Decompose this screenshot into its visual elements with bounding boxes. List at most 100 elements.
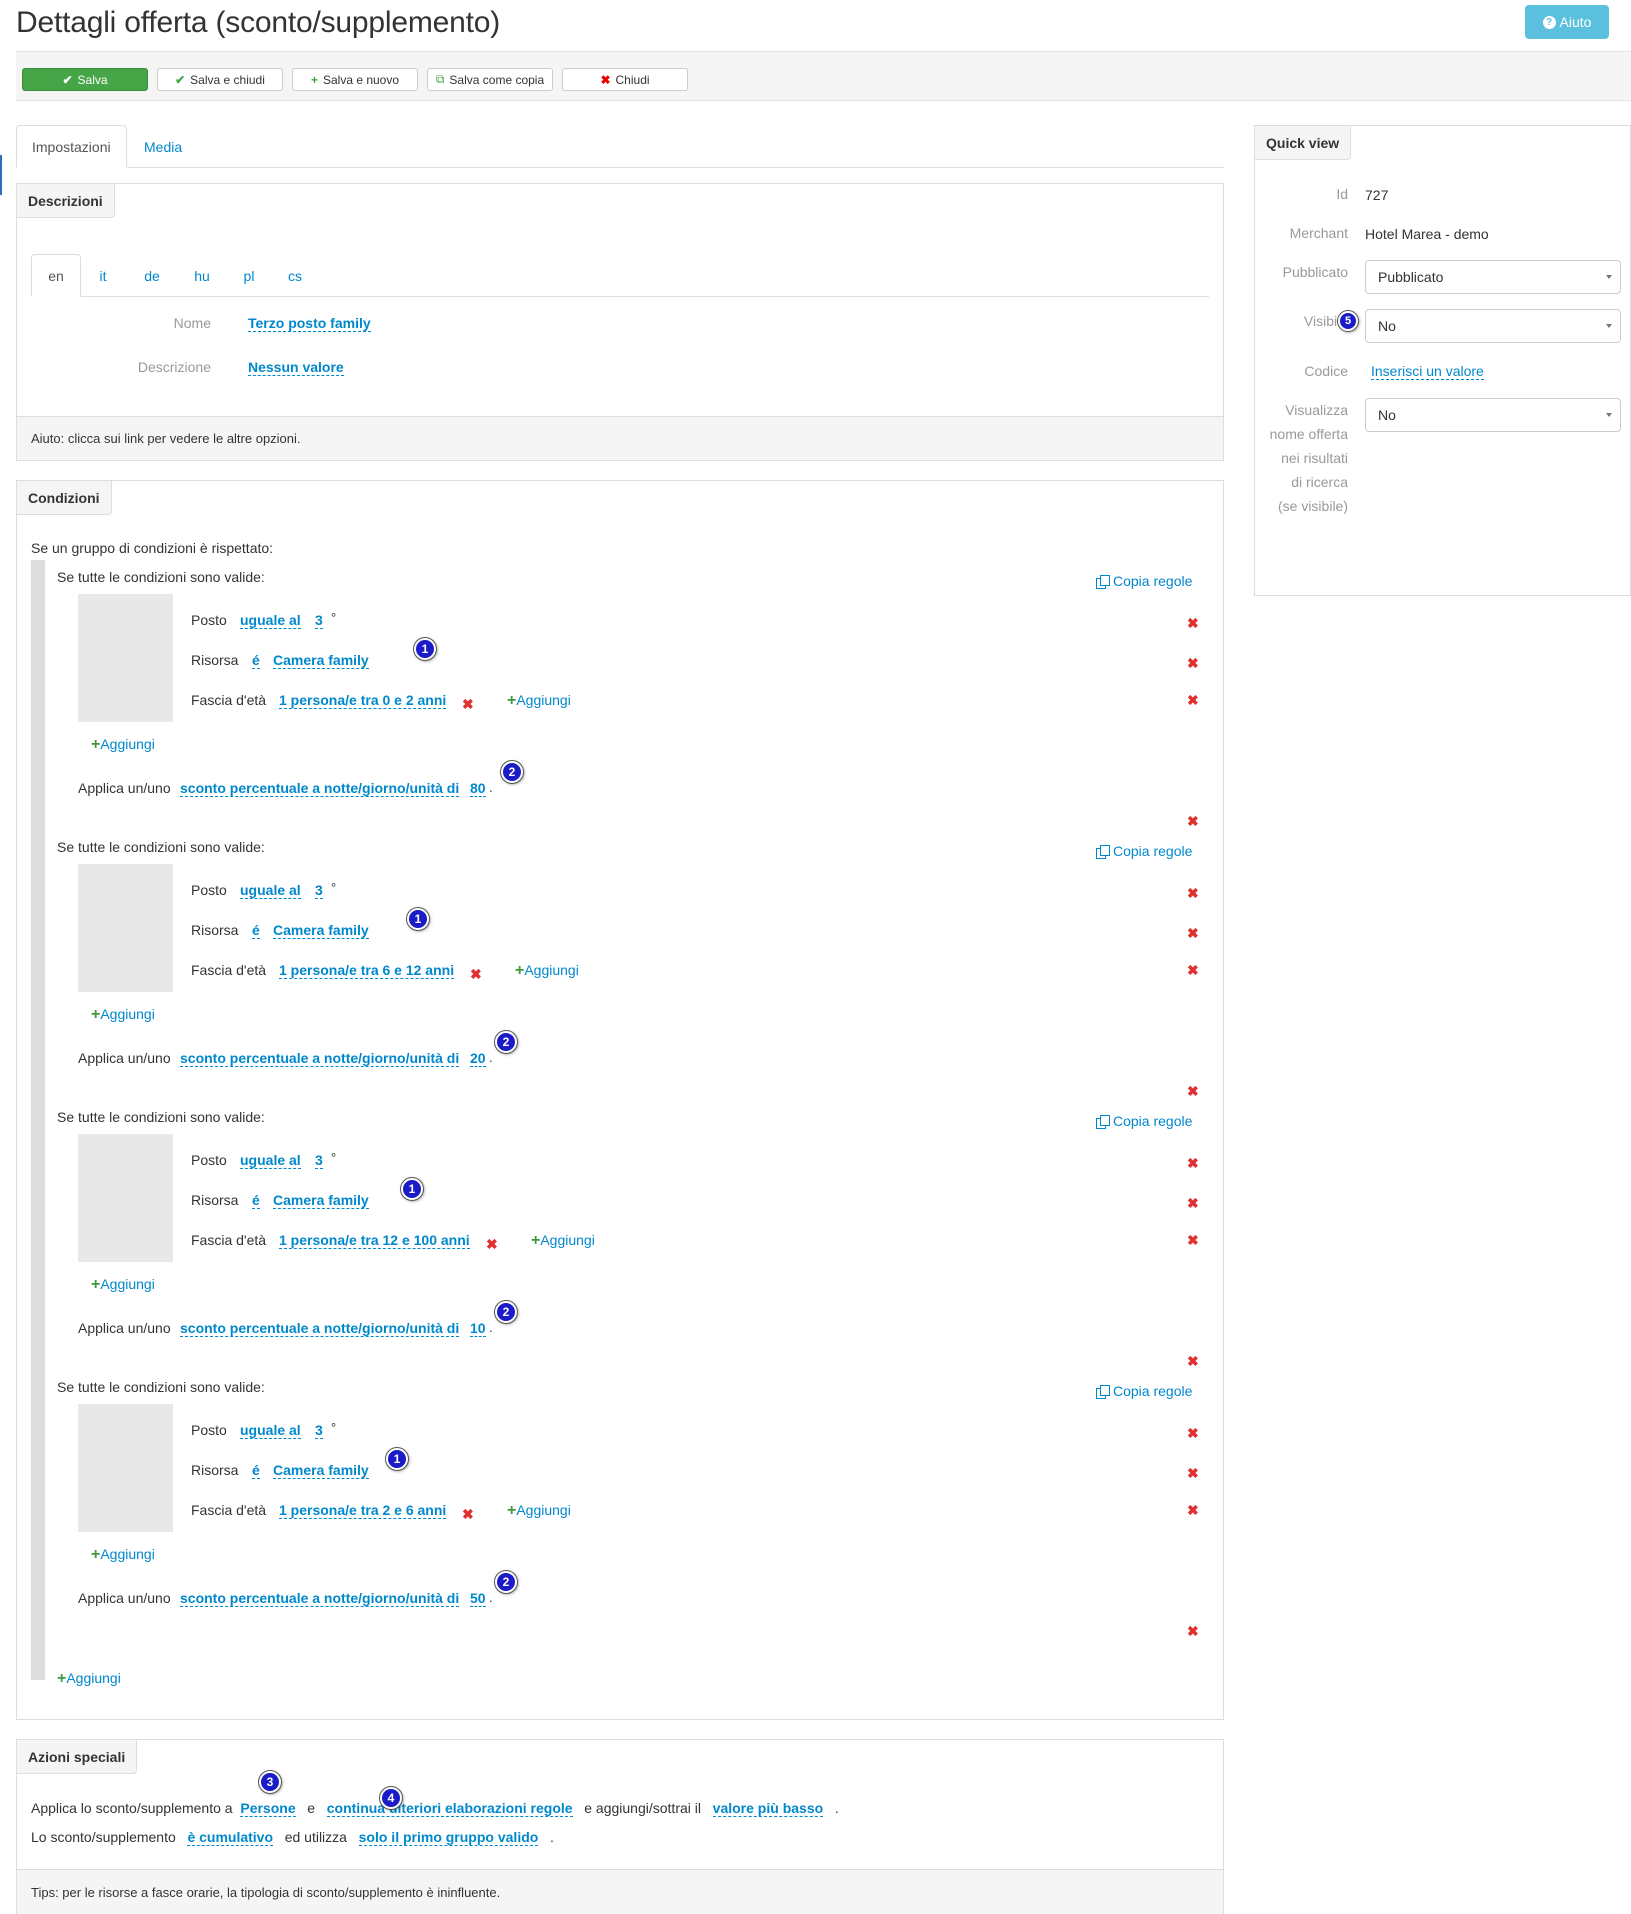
remove-rule-icon[interactable]: ✖ <box>1187 886 1199 900</box>
remove-rule-icon[interactable]: ✖ <box>1187 1466 1199 1480</box>
discount-type-link[interactable]: sconto percentuale a notte/giorno/unità … <box>180 1050 460 1067</box>
tab-lang-hu[interactable]: hu <box>179 254 225 297</box>
discount-value-link[interactable]: 80 <box>470 780 486 797</box>
tab-lang-pl[interactable]: pl <box>227 254 271 297</box>
apply-to-link[interactable]: Persone <box>240 1800 296 1817</box>
posto-value-link[interactable]: 3 <box>315 1152 323 1169</box>
tab-lang-cs[interactable]: cs <box>273 254 317 297</box>
risorsa-value-link[interactable]: Camera family <box>273 922 369 939</box>
add-label: Aggiungi <box>100 1546 155 1562</box>
discount-type-link[interactable]: sconto percentuale a notte/giorno/unità … <box>180 780 460 797</box>
first-valid-group-link[interactable]: solo il primo gruppo valido <box>358 1829 539 1846</box>
code-value-link[interactable]: Inserisci un valore <box>1371 363 1484 380</box>
remove-group-icon[interactable]: ✖ <box>1187 1624 1199 1638</box>
risorsa-operator-link[interactable]: é <box>252 1192 260 1209</box>
remove-rule-icon[interactable]: ✖ <box>1187 963 1199 977</box>
merchant-value: Hotel Marea - demo <box>1365 226 1489 242</box>
remove-group-icon[interactable]: ✖ <box>1187 814 1199 828</box>
continue-processing-link[interactable]: continua ulteriori elaborazioni regole <box>326 1800 573 1817</box>
discount-type-link[interactable]: sconto percentuale a notte/giorno/unità … <box>180 1320 460 1337</box>
risorsa-operator-link[interactable]: é <box>252 652 260 669</box>
remove-rule-icon[interactable]: ✖ <box>1187 1503 1199 1517</box>
name-label: Nome <box>173 315 211 331</box>
save-close-button[interactable]: ✔ Salva e chiudi <box>157 68 283 91</box>
special-text: e <box>307 1800 316 1816</box>
risorsa-operator-link[interactable]: é <box>252 1462 260 1479</box>
add-group-link[interactable]: +Aggiungi <box>57 1670 121 1688</box>
add-age-link[interactable]: +Aggiungi <box>507 1502 571 1520</box>
remove-rule-icon[interactable]: ✖ <box>1187 616 1199 630</box>
age-range-link[interactable]: 1 persona/e tra 2 e 6 anni <box>279 1502 447 1519</box>
remove-age-icon[interactable]: ✖ <box>470 967 482 981</box>
visible-select[interactable]: No <box>1365 309 1621 343</box>
remove-rule-icon[interactable]: ✖ <box>1187 926 1199 940</box>
remove-age-icon[interactable]: ✖ <box>486 1237 498 1251</box>
posto-value-link[interactable]: 3 <box>315 882 323 899</box>
risorsa-value-link[interactable]: Camera family <box>273 1462 369 1479</box>
apply-label: Applica un/uno <box>78 1590 171 1606</box>
risorsa-value-link[interactable]: Camera family <box>273 1192 369 1209</box>
discount-value-link[interactable]: 20 <box>470 1050 486 1067</box>
tab-lang-en[interactable]: en <box>31 254 81 297</box>
remove-age-icon[interactable]: ✖ <box>462 697 474 711</box>
age-range-link[interactable]: 1 persona/e tra 12 e 100 anni <box>279 1232 470 1249</box>
remove-rule-icon[interactable]: ✖ <box>1187 1196 1199 1210</box>
remove-rule-icon[interactable]: ✖ <box>1187 1426 1199 1440</box>
name-value-link[interactable]: Terzo posto family <box>248 315 371 332</box>
special-text: ed utilizza <box>284 1829 347 1845</box>
descriptions-panel: Descrizioni en it de hu pl cs Nome Terzo… <box>16 183 1224 461</box>
risorsa-value-link[interactable]: Camera family <box>273 652 369 669</box>
add-label: Aggiungi <box>524 962 579 978</box>
group-heading: Se tutte le condizioni sono valide: <box>57 1379 265 1395</box>
remove-rule-icon[interactable]: ✖ <box>1187 693 1199 707</box>
age-range-link[interactable]: 1 persona/e tra 6 e 12 anni <box>279 962 455 979</box>
risorsa-label: Risorsa <box>191 922 239 938</box>
copy-rules-link[interactable]: Copia regole <box>1096 1113 1192 1129</box>
published-select[interactable]: Pubblicato <box>1365 260 1621 294</box>
annotation-badge-4: 4 <box>380 1787 402 1809</box>
quick-view-panel: Quick view Id 727 Merchant Hotel Marea -… <box>1254 125 1631 596</box>
lowest-value-link[interactable]: valore più basso <box>712 1800 824 1817</box>
tab-lang-de[interactable]: de <box>129 254 175 297</box>
show-name-select[interactable]: No <box>1365 398 1621 432</box>
posto-operator-link[interactable]: uguale al <box>240 1152 301 1169</box>
add-age-link[interactable]: +Aggiungi <box>515 962 579 980</box>
copy-rules-link[interactable]: Copia regole <box>1096 573 1192 589</box>
cumulative-link[interactable]: è cumulativo <box>187 1829 274 1846</box>
add-rule-link[interactable]: +Aggiungi <box>91 1546 155 1564</box>
posto-operator-link[interactable]: uguale al <box>240 1422 301 1439</box>
remove-rule-icon[interactable]: ✖ <box>1187 1233 1199 1247</box>
posto-operator-link[interactable]: uguale al <box>240 882 301 899</box>
posto-value-link[interactable]: 3 <box>315 612 323 629</box>
description-value-link[interactable]: Nessun valore <box>248 359 344 376</box>
posto-operator-link[interactable]: uguale al <box>240 612 301 629</box>
remove-group-icon[interactable]: ✖ <box>1187 1084 1199 1098</box>
remove-rule-icon[interactable]: ✖ <box>1187 1156 1199 1170</box>
copy-rules-link[interactable]: Copia regole <box>1096 1383 1192 1399</box>
id-value: 727 <box>1365 187 1389 203</box>
add-rule-link[interactable]: +Aggiungi <box>91 736 155 754</box>
tab-lang-it[interactable]: it <box>81 254 125 297</box>
posto-value-link[interactable]: 3 <box>315 1422 323 1439</box>
save-copy-button[interactable]: ⧉ Salva come copia <box>427 68 553 91</box>
add-age-link[interactable]: +Aggiungi <box>507 692 571 710</box>
discount-value-link[interactable]: 50 <box>470 1590 486 1607</box>
age-range-link[interactable]: 1 persona/e tra 0 e 2 anni <box>279 692 447 709</box>
tab-settings[interactable]: Impostazioni <box>16 125 127 168</box>
discount-value-link[interactable]: 10 <box>470 1320 486 1337</box>
remove-age-icon[interactable]: ✖ <box>462 1507 474 1521</box>
close-button[interactable]: ✖ Chiudi <box>562 68 688 91</box>
save-button[interactable]: ✔ Salva <box>22 68 148 91</box>
save-new-button[interactable]: + Salva e nuovo <box>292 68 418 91</box>
risorsa-operator-link[interactable]: é <box>252 922 260 939</box>
remove-rule-icon[interactable]: ✖ <box>1187 656 1199 670</box>
group-image-placeholder <box>78 594 173 722</box>
discount-type-link[interactable]: sconto percentuale a notte/giorno/unità … <box>180 1590 460 1607</box>
copy-rules-link[interactable]: Copia regole <box>1096 843 1192 859</box>
tab-media[interactable]: Media <box>129 125 197 168</box>
add-age-link[interactable]: +Aggiungi <box>531 1232 595 1250</box>
add-rule-link[interactable]: +Aggiungi <box>91 1276 155 1294</box>
add-rule-link[interactable]: +Aggiungi <box>91 1006 155 1024</box>
help-button[interactable]: ? Aiuto <box>1525 5 1609 39</box>
remove-group-icon[interactable]: ✖ <box>1187 1354 1199 1368</box>
